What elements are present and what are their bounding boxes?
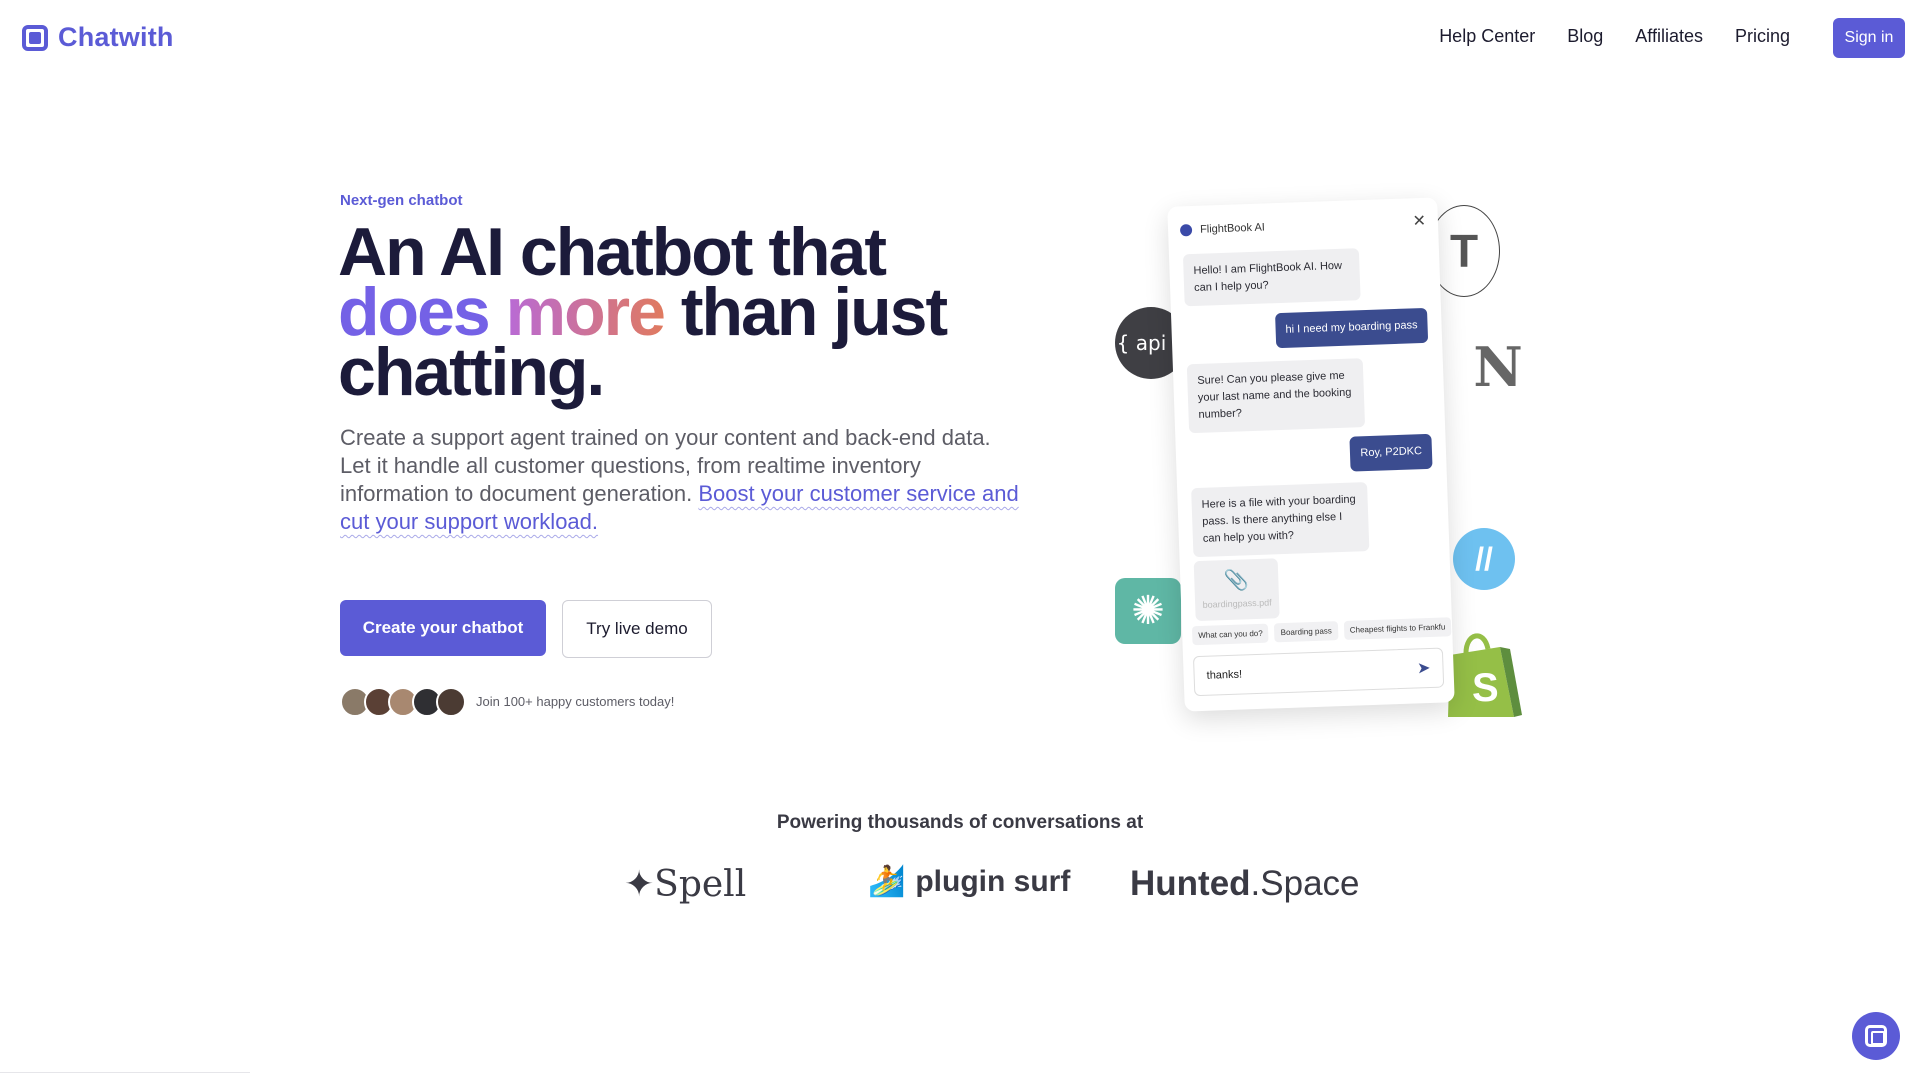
headline-line2-rest: than just [680, 274, 948, 350]
chat-input[interactable]: thanks! ➤ [1192, 647, 1445, 697]
attachment-filename: boardingpass.pdf [1202, 597, 1272, 610]
nav-affiliates[interactable]: Affiliates [1635, 26, 1703, 47]
suggestion-chip[interactable]: What can you do? [1191, 623, 1270, 646]
chat-widget: FlightBook AI ✕ Hello! I am FlightBook A… [1167, 197, 1455, 712]
brand-name: Chatwith [58, 22, 174, 52]
try-live-demo-button[interactable]: Try live demo [562, 600, 712, 658]
create-chatbot-button[interactable]: Create your chatbot [340, 600, 546, 656]
brand-logo[interactable]: Chatwith [22, 22, 174, 53]
svg-text:S: S [1472, 666, 1499, 710]
customer-avatars [340, 687, 466, 717]
chat-input-value: thanks! [1206, 668, 1243, 682]
hunted-bold: Hunted [1130, 864, 1251, 903]
hero-eyebrow: Next-gen chatbot [340, 192, 463, 209]
spell-logo: ✦ Spell [624, 864, 746, 905]
bot-avatar-icon [1179, 224, 1193, 237]
bot-name: FlightBook AI [1199, 221, 1266, 236]
suggestion-chip[interactable]: Boarding pass [1274, 621, 1339, 643]
headline-line3: chatting. [338, 334, 605, 410]
top-nav: Chatwith Help Center Blog Affiliates Pri… [0, 0, 1920, 76]
user-message: hi I need my boarding pass [1274, 307, 1429, 349]
chat-launcher-icon [1865, 1025, 1887, 1047]
bot-message: Hello! I am FlightBook AI. How can I hel… [1182, 248, 1361, 307]
hero-lead: Create a support agent trained on your c… [340, 424, 1020, 536]
close-icon[interactable]: ✕ [1412, 211, 1426, 231]
notion-icon: N [1473, 335, 1523, 399]
avatar [436, 687, 466, 717]
nav-blog[interactable]: Blog [1567, 26, 1603, 47]
spell-name: Spell [654, 864, 747, 905]
attachment-card[interactable]: 📎 boardingpass.pdf [1193, 558, 1280, 622]
social-proof-text: Join 100+ happy customers today! [476, 694, 675, 709]
plugin-surf-name: plugin surf [915, 864, 1071, 898]
hunted-space-logo: Hunted .Space [1130, 864, 1360, 904]
hunted-rest: .Space [1250, 864, 1360, 903]
footer-divider [0, 1072, 250, 1073]
chat-launcher-button[interactable] [1852, 1012, 1900, 1060]
paperclip-icon: 📎 [1223, 569, 1250, 593]
nav-pricing[interactable]: Pricing [1735, 26, 1790, 47]
bot-message: Here is a file with your boarding pass. … [1191, 482, 1370, 558]
chatwith-logo-icon [22, 24, 48, 51]
nav-links: Help Center Blog Affiliates Pricing [1439, 26, 1790, 47]
sparkle-icon: ✦ [624, 864, 655, 905]
nav-help-center[interactable]: Help Center [1439, 26, 1535, 47]
user-message: Roy, P2DKC [1349, 433, 1433, 472]
chat-header: FlightBook AI [1179, 221, 1266, 237]
sign-in-button[interactable]: Sign in [1833, 18, 1905, 58]
plugin-surf-logo: 🏄 plugin surf [868, 864, 1070, 899]
surfer-icon: 🏄 [868, 865, 906, 898]
suggestion-chips: What can you do? Boarding pass Cheapest … [1191, 617, 1452, 646]
suggestion-chip[interactable]: Cheapest flights to Frankfu [1343, 617, 1452, 640]
hero-headline: An AI chatbot that does more than just c… [338, 218, 1058, 406]
openai-icon: ✺ [1115, 578, 1181, 644]
send-icon[interactable]: ➤ [1417, 658, 1431, 678]
bot-message: Sure! Can you please give me your last n… [1186, 358, 1366, 434]
helpscout-icon: // [1453, 528, 1515, 590]
chatbot-demo-illustration: { api } T N // ✺ S FlightBook AI ✕ Hello… [1110, 195, 1530, 735]
logos-title: Powering thousands of conversations at [776, 812, 1144, 833]
